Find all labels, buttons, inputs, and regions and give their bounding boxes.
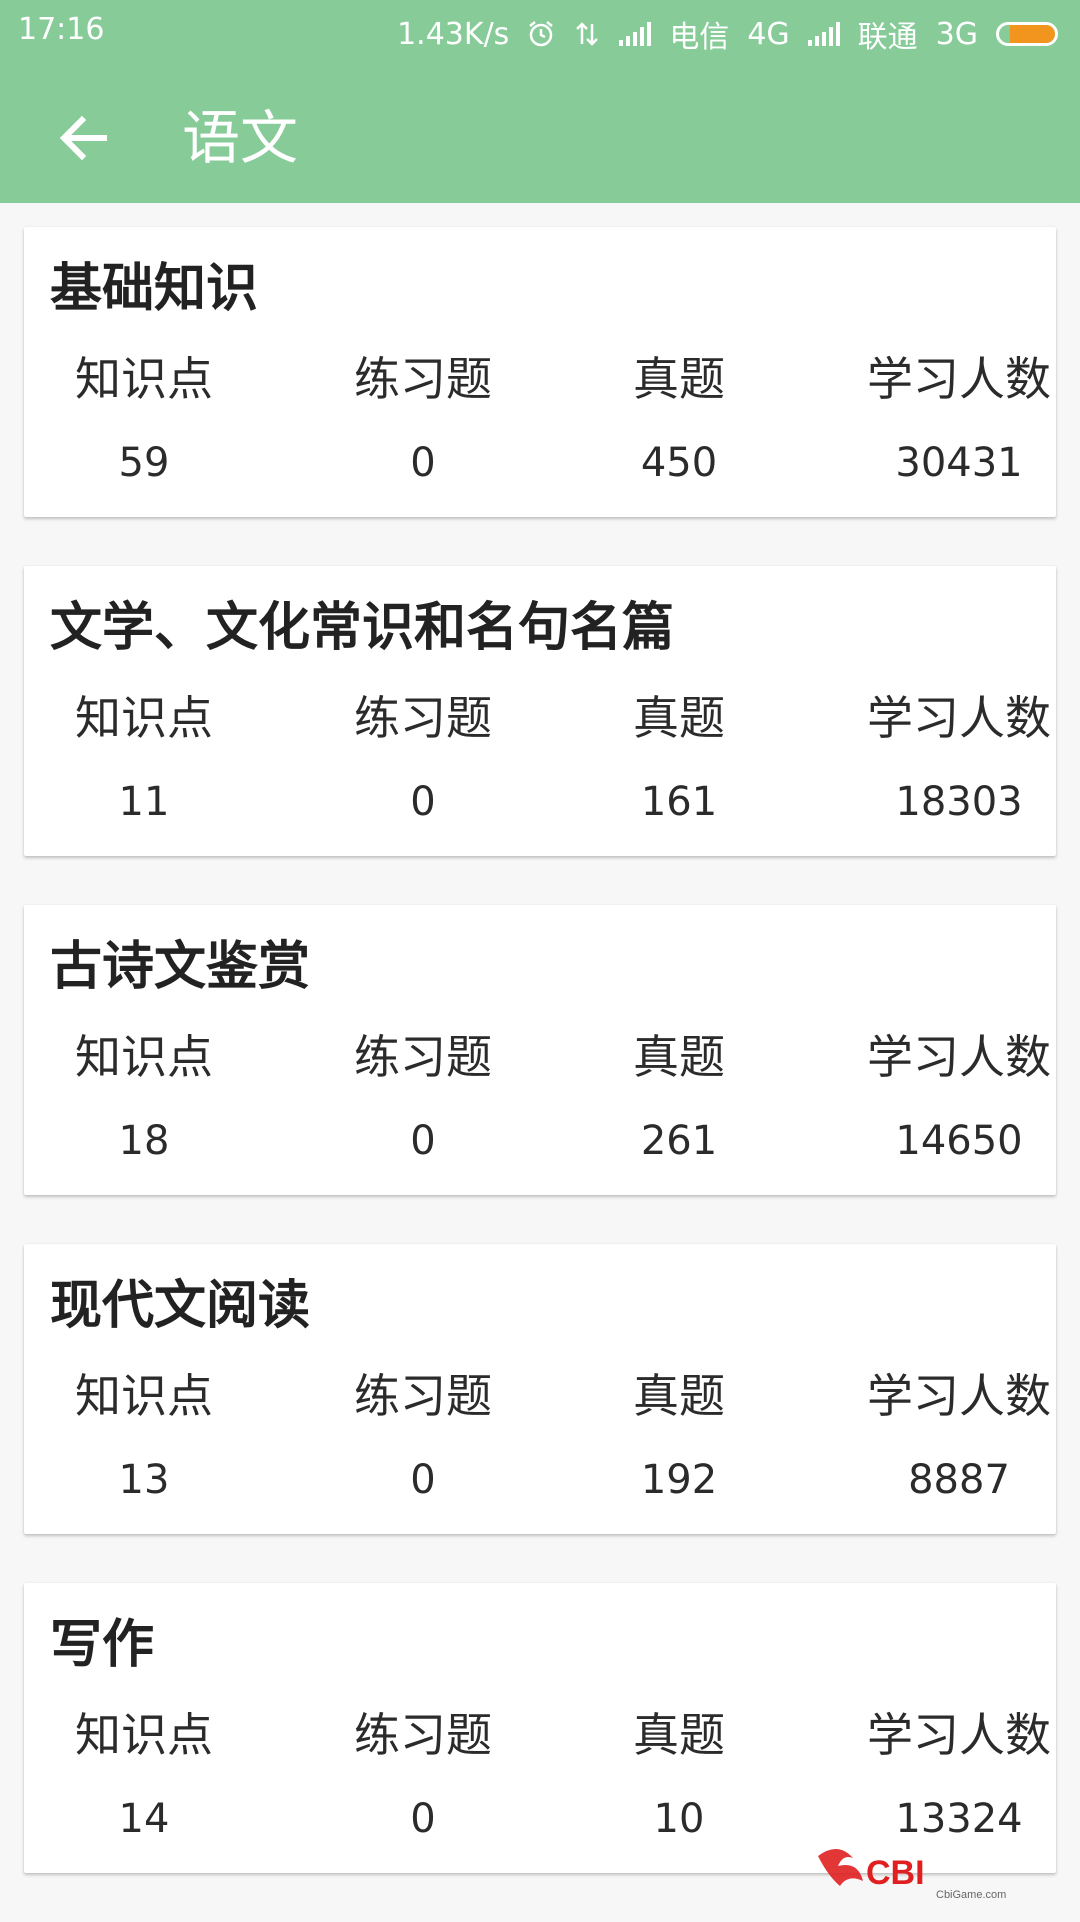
signal-2-icon xyxy=(807,22,840,46)
stat-label: 学习人数 xyxy=(867,1708,1051,1762)
stat-points: 知识点 11 xyxy=(24,690,264,828)
battery-icon xyxy=(996,22,1058,46)
stat-label: 真题 xyxy=(633,1030,725,1084)
stat-label: 学习人数 xyxy=(867,1369,1051,1423)
stat-label: 练习题 xyxy=(354,352,492,406)
stat-exercises: 练习题 0 xyxy=(303,351,543,489)
alarm-clock-icon xyxy=(529,21,554,47)
stat-points: 知识点 13 xyxy=(24,1368,264,1506)
stat-label: 真题 xyxy=(633,1708,725,1762)
stat-label: 练习题 xyxy=(354,1030,492,1084)
back-button[interactable] xyxy=(44,98,124,178)
stat-label: 知识点 xyxy=(75,1708,213,1762)
watermark-logo: CBI CbiGame.com xyxy=(818,1848,1006,1901)
app-bar: 17:16 1.43K/s 电信 4G 联通 3G 语文 xyxy=(0,0,1080,203)
card-title: 文学、文化常识和名句名篇 xyxy=(50,598,675,658)
card-title: 写作 xyxy=(50,1615,155,1675)
stat-value: 10 xyxy=(653,1796,705,1842)
watermark-site: CbiGame.com xyxy=(936,1889,1006,1901)
stat-value: 14 xyxy=(118,1796,170,1842)
stat-label: 学习人数 xyxy=(867,1030,1051,1084)
card-title: 基础知识 xyxy=(50,259,259,319)
category-list: 基础知识 知识点 59 练习题 0 真题 450 学习人数 30431 文学、文… xyxy=(24,227,1056,1922)
stat-learners: 学习人数 14650 xyxy=(839,1029,1079,1167)
network-type-2: 3G xyxy=(935,16,978,52)
stat-learners: 学习人数 13324 xyxy=(839,1707,1079,1845)
stat-learners: 学习人数 8887 xyxy=(839,1368,1079,1506)
stat-label: 练习题 xyxy=(354,691,492,745)
stat-label: 学习人数 xyxy=(867,691,1051,745)
signal-1-icon xyxy=(619,22,652,46)
watermark-text: CBI xyxy=(866,1854,925,1892)
stat-real-exams: 真题 192 xyxy=(559,1368,799,1506)
stat-value: 0 xyxy=(410,440,436,486)
stat-learners: 学习人数 30431 xyxy=(839,351,1079,489)
stat-real-exams: 真题 161 xyxy=(559,690,799,828)
card-title: 古诗文鉴赏 xyxy=(50,937,311,997)
category-card[interactable]: 文学、文化常识和名句名篇 知识点 11 练习题 0 真题 161 学习人数 18… xyxy=(24,566,1056,856)
stat-value: 14650 xyxy=(895,1118,1023,1164)
stat-exercises: 练习题 0 xyxy=(303,1368,543,1506)
status-indicators: 1.43K/s 电信 4G 联通 3G xyxy=(397,12,1058,56)
stat-points: 知识点 14 xyxy=(24,1707,264,1845)
category-card[interactable]: 基础知识 知识点 59 练习题 0 真题 450 学习人数 30431 xyxy=(24,227,1056,517)
status-bar: 17:16 1.43K/s 电信 4G 联通 3G xyxy=(0,0,1080,62)
stat-value: 161 xyxy=(640,779,718,825)
battery-level xyxy=(1010,25,1055,43)
stat-real-exams: 真题 450 xyxy=(559,351,799,489)
category-card[interactable]: 古诗文鉴赏 知识点 18 练习题 0 真题 261 学习人数 14650 xyxy=(24,905,1056,1195)
stat-label: 练习题 xyxy=(354,1369,492,1423)
stat-value: 8887 xyxy=(908,1457,1010,1503)
stat-value: 30431 xyxy=(895,440,1023,486)
stat-value: 192 xyxy=(640,1457,718,1503)
stat-value: 261 xyxy=(640,1118,718,1164)
stat-value: 450 xyxy=(640,440,718,486)
stat-value: 18303 xyxy=(895,779,1023,825)
network-speed: 1.43K/s xyxy=(397,16,510,52)
stat-label: 知识点 xyxy=(75,1369,213,1423)
category-card[interactable]: 写作 知识点 14 练习题 0 真题 10 学习人数 13324 xyxy=(24,1583,1056,1873)
stat-learners: 学习人数 18303 xyxy=(839,690,1079,828)
stat-label: 知识点 xyxy=(75,352,213,406)
stat-label: 真题 xyxy=(633,1369,725,1423)
stat-points: 知识点 18 xyxy=(24,1029,264,1167)
card-title: 现代文阅读 xyxy=(50,1276,311,1336)
stat-value: 0 xyxy=(410,1118,436,1164)
category-card[interactable]: 现代文阅读 知识点 13 练习题 0 真题 192 学习人数 8887 xyxy=(24,1244,1056,1534)
stat-label: 真题 xyxy=(633,352,725,406)
network-type-1: 4G xyxy=(747,16,790,52)
stat-exercises: 练习题 0 xyxy=(303,690,543,828)
stat-label: 练习题 xyxy=(354,1708,492,1762)
stat-points: 知识点 59 xyxy=(24,351,264,489)
stat-value: 13 xyxy=(118,1457,170,1503)
stat-label: 知识点 xyxy=(75,1030,213,1084)
stat-value: 18 xyxy=(118,1118,170,1164)
stat-real-exams: 真题 261 xyxy=(559,1029,799,1167)
stat-label: 真题 xyxy=(633,691,725,745)
page-title: 语文 xyxy=(182,104,299,172)
stat-exercises: 练习题 0 xyxy=(303,1707,543,1845)
arrow-left-icon xyxy=(59,115,107,161)
carrier-2: 联通 xyxy=(857,20,918,55)
stat-value: 0 xyxy=(410,1796,436,1842)
stat-value: 0 xyxy=(410,779,436,825)
carrier-1: 电信 xyxy=(669,20,730,55)
stat-real-exams: 真题 10 xyxy=(559,1707,799,1845)
stat-value: 0 xyxy=(410,1457,436,1503)
toolbar: 语文 xyxy=(0,62,1080,203)
status-time: 17:16 xyxy=(18,12,105,47)
stat-label: 学习人数 xyxy=(867,352,1051,406)
stat-label: 知识点 xyxy=(75,691,213,745)
stat-value: 59 xyxy=(118,440,170,486)
stat-exercises: 练习题 0 xyxy=(303,1029,543,1167)
data-transfer-icon xyxy=(576,22,599,46)
stat-value: 11 xyxy=(118,779,170,825)
